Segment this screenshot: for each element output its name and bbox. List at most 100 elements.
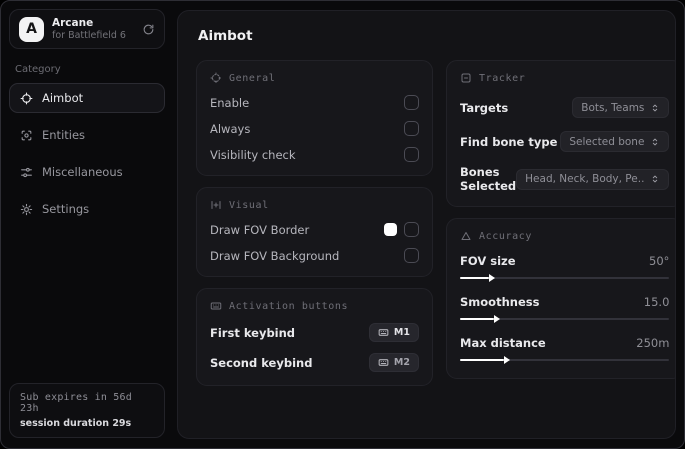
- setting-label: Draw FOV Background: [210, 248, 340, 263]
- unfold-icon: [650, 137, 660, 147]
- setting-row: Enable: [210, 95, 419, 110]
- section-title: Visual: [229, 199, 269, 211]
- fov-icon: [210, 199, 222, 211]
- dropdown-value: Bots, Teams: [581, 101, 645, 114]
- setting-controls: [384, 222, 419, 237]
- slider-value: 15.0: [643, 295, 670, 309]
- accuracy-card-header: Accuracy: [460, 230, 669, 242]
- page-title: Aimbot: [198, 28, 253, 44]
- fov-size-setting: FOV size 50°: [460, 254, 670, 283]
- setting-label: Draw FOV Border: [210, 222, 310, 237]
- section-title: Activation buttons: [229, 300, 349, 312]
- find-bone-type-dropdown[interactable]: Selected bone: [560, 131, 670, 152]
- smoothness-slider[interactable]: [460, 314, 670, 324]
- setting-row: Second keybind M2: [210, 353, 419, 372]
- sidebar-item-miscellaneous[interactable]: Miscellaneous: [9, 157, 165, 187]
- slider-track: [460, 315, 670, 323]
- setting-label: Enable: [210, 95, 250, 110]
- fov-border-color-swatch[interactable]: [384, 223, 397, 236]
- activation-card-header: Activation buttons: [210, 300, 419, 312]
- smoothness-setting: Smoothness 15.0: [460, 295, 670, 324]
- setting-row: Draw FOV Border: [210, 222, 419, 237]
- first-keybind-button[interactable]: M1: [368, 323, 419, 342]
- app-meta: Arcane for Battlefield 6: [52, 17, 126, 41]
- slider-header: FOV size 50°: [460, 254, 669, 268]
- fov-size-slider[interactable]: [460, 273, 670, 283]
- second-keybind-button[interactable]: M2: [368, 353, 419, 372]
- visual-card: Visual Draw FOV Border Draw FOV Backgrou…: [196, 187, 433, 277]
- setting-label: Smoothness: [460, 295, 540, 309]
- sidebar-item-settings[interactable]: Settings: [9, 194, 165, 224]
- keybind-value: M1: [393, 327, 410, 338]
- triangle-icon: [460, 230, 472, 242]
- setting-label: Visibility check: [210, 147, 296, 162]
- category-label: Category: [15, 64, 61, 75]
- general-card: General Enable Always Visibility check: [196, 60, 433, 176]
- slider-track: [460, 356, 670, 364]
- session-duration-text: session duration 29s: [20, 418, 132, 429]
- sync-icon[interactable]: [142, 23, 155, 36]
- setting-label: Find bone type: [460, 134, 558, 149]
- setting-label: First keybind: [210, 325, 296, 340]
- slider-value: 250m: [636, 336, 670, 350]
- subscription-card: Sub expires in 56d 23h session duration …: [9, 383, 165, 438]
- sidebar-item-label: Settings: [42, 202, 90, 216]
- sliders-icon: [20, 166, 33, 179]
- app-logo: A: [19, 16, 44, 42]
- accuracy-card: Accuracy FOV size 50° Smoothness 15.0 Ma…: [446, 218, 675, 379]
- draw-fov-border-checkbox[interactable]: [404, 222, 419, 237]
- section-title: Tracker: [479, 72, 526, 84]
- scan-icon: [20, 129, 33, 142]
- right-column: Tracker Targets Bots, Teams Find bone ty…: [446, 60, 675, 379]
- max-distance-slider[interactable]: [460, 355, 670, 365]
- content-columns: General Enable Always Visibility check V…: [196, 60, 675, 386]
- setting-row: Find bone type Selected bone: [460, 131, 670, 152]
- sidebar-item-label: Miscellaneous: [42, 165, 123, 179]
- keybind-value: M2: [393, 357, 410, 368]
- general-card-header: General: [210, 72, 419, 84]
- main-panel: Aimbot General Enable Always Visibility …: [177, 10, 676, 439]
- visual-card-header: Visual: [210, 199, 419, 211]
- slider-track: [460, 274, 670, 282]
- setting-label: Max distance: [460, 336, 546, 350]
- setting-label: Second keybind: [210, 355, 313, 370]
- always-checkbox[interactable]: [404, 121, 419, 136]
- max-distance-setting: Max distance 250m: [460, 336, 670, 365]
- setting-row: Bones Selected Head, Neck, Body, Pe..: [460, 165, 670, 193]
- crosshair-dashed-icon: [210, 72, 222, 84]
- app-subtitle: for Battlefield 6: [52, 30, 126, 41]
- slider-fill: [460, 356, 510, 364]
- tracker-card-header: Tracker: [460, 72, 669, 84]
- slider-header: Smoothness 15.0: [460, 295, 669, 309]
- draw-fov-background-checkbox[interactable]: [404, 248, 419, 263]
- setting-row: Always: [210, 121, 419, 136]
- sidebar-item-label: Entities: [42, 128, 86, 142]
- gear-icon: [20, 203, 33, 216]
- crosshair-icon: [20, 92, 33, 105]
- sidebar: A Arcane for Battlefield 6 Category Aimb…: [1, 1, 173, 448]
- setting-label: Bones Selected: [460, 165, 517, 193]
- keyboard-icon: [210, 300, 222, 312]
- sidebar-item-entities[interactable]: Entities: [9, 120, 165, 150]
- arcane-cheat-window: { "colors": { "accent": "#ffffff", "fov_…: [0, 0, 685, 449]
- setting-label: Always: [210, 121, 251, 136]
- left-column: General Enable Always Visibility check V…: [196, 60, 433, 386]
- unfold-icon: [650, 174, 660, 184]
- enable-checkbox[interactable]: [404, 95, 419, 110]
- sub-expiry-text: Sub expires in 56d 23h: [20, 392, 132, 414]
- dropdown-value: Head, Neck, Body, Pe..: [525, 173, 645, 185]
- setting-label: FOV size: [460, 254, 516, 268]
- targets-dropdown[interactable]: Bots, Teams: [572, 97, 670, 118]
- activation-card: Activation buttons First keybind M1 Seco…: [196, 288, 433, 386]
- app-header-card: A Arcane for Battlefield 6: [9, 9, 165, 49]
- setting-row: First keybind M1: [210, 323, 419, 342]
- tracker-card: Tracker Targets Bots, Teams Find bone ty…: [446, 60, 675, 207]
- bones-selected-dropdown[interactable]: Head, Neck, Body, Pe..: [516, 168, 670, 190]
- slider-header: Max distance 250m: [460, 336, 669, 350]
- sidebar-item-aimbot[interactable]: Aimbot: [9, 83, 165, 113]
- slider-fill: [460, 315, 499, 323]
- app-name: Arcane: [52, 17, 94, 29]
- visibility-check-checkbox[interactable]: [404, 147, 419, 162]
- slider-value: 50°: [649, 254, 670, 268]
- setting-label: Targets: [460, 100, 509, 115]
